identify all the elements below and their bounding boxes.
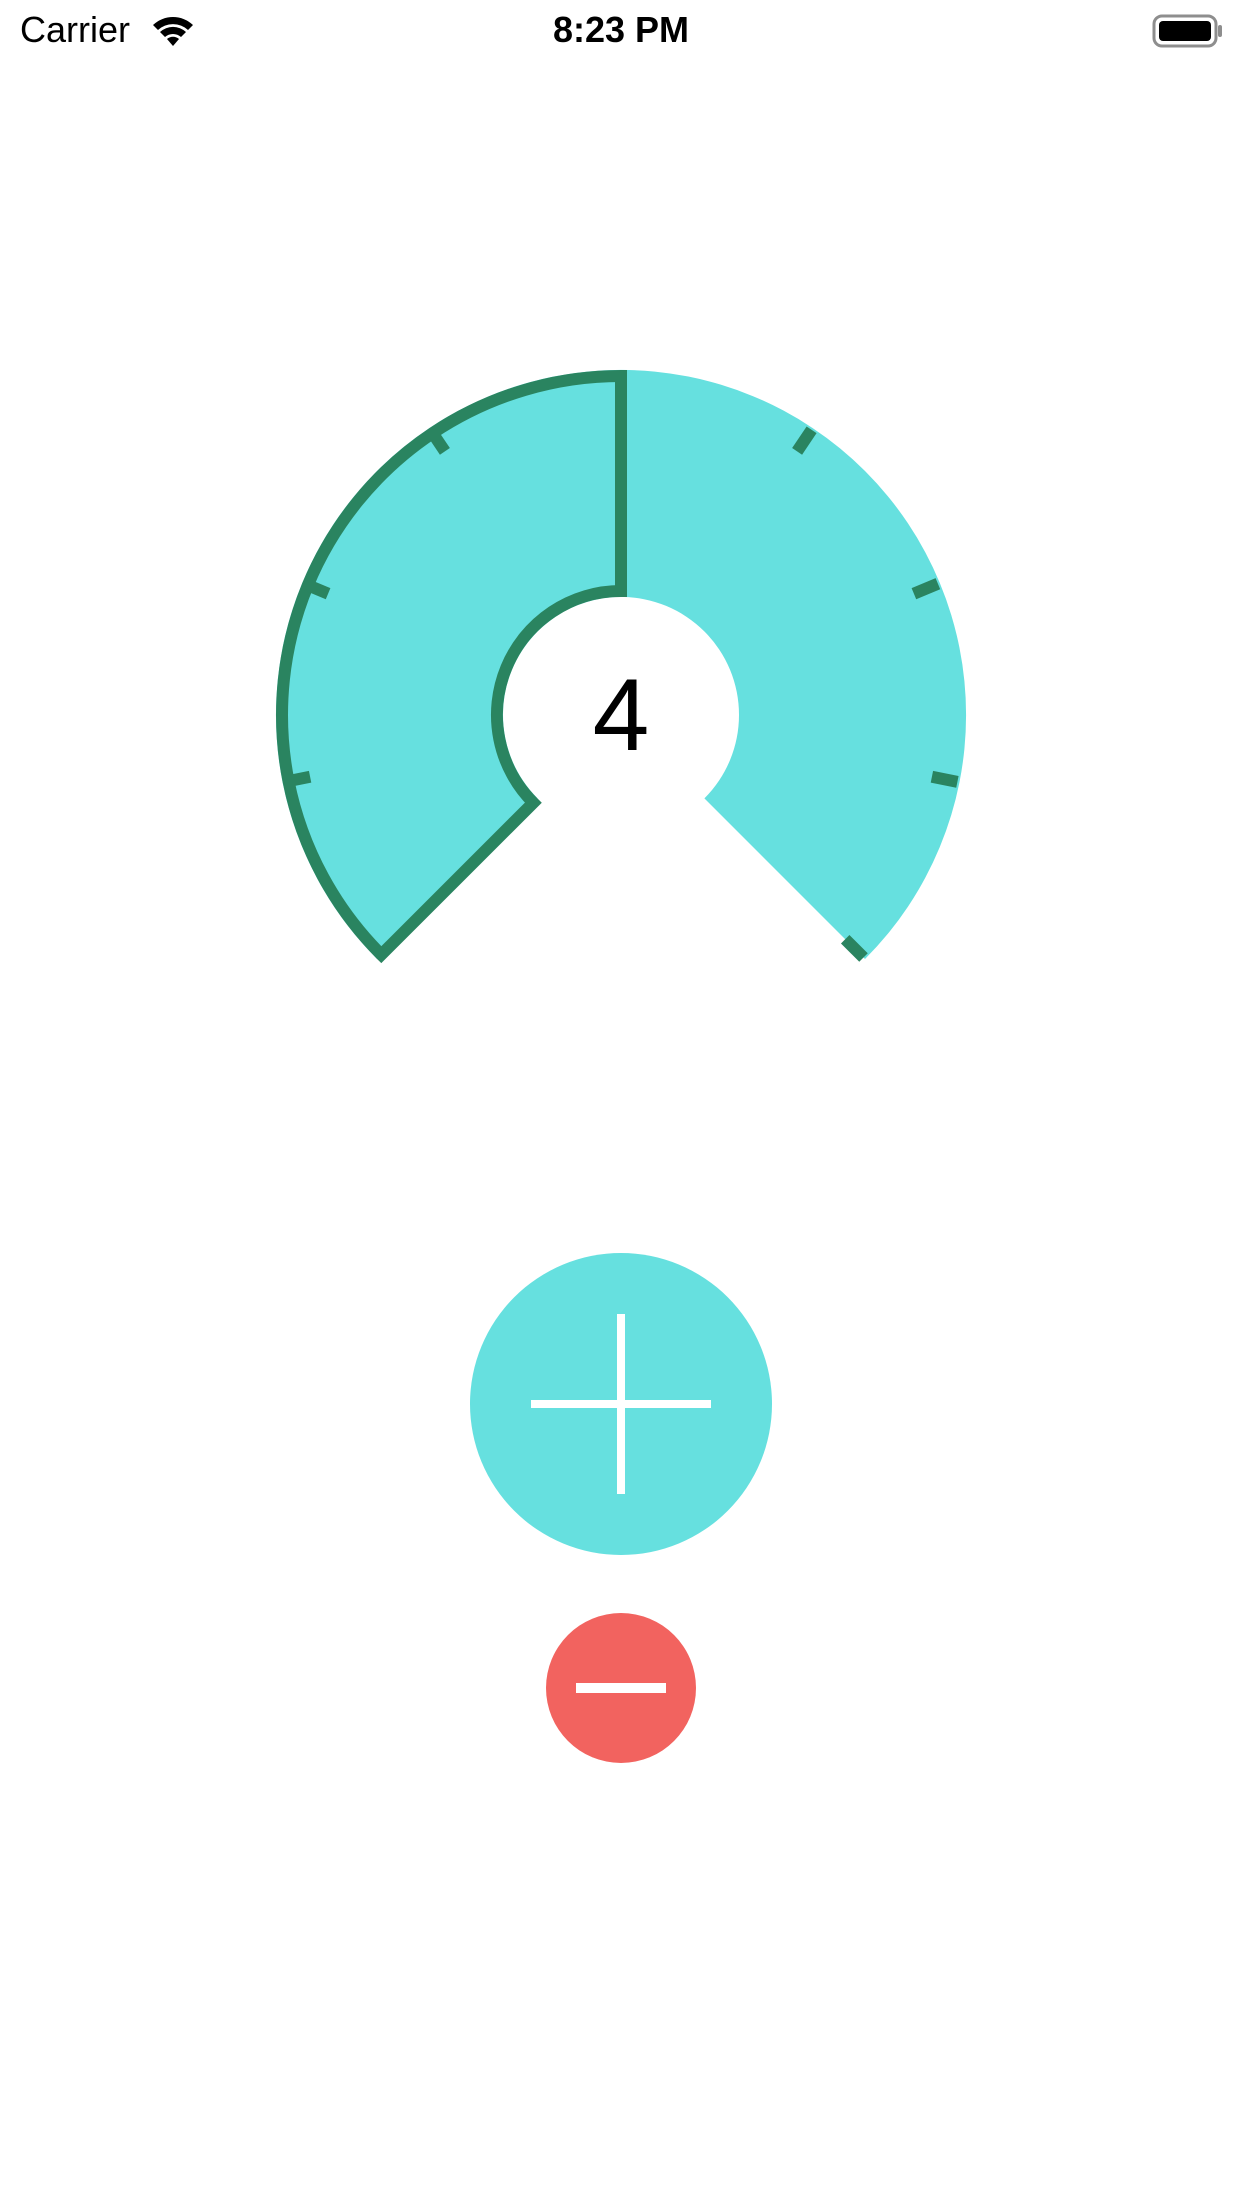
- plus-icon: [470, 1253, 772, 1555]
- decrement-button[interactable]: [546, 1613, 696, 1763]
- gauge-dial: [275, 369, 967, 964]
- minus-icon: [546, 1613, 696, 1763]
- increment-button[interactable]: [470, 1253, 772, 1555]
- gauge-tick: [930, 770, 959, 788]
- gauge-value: 4: [592, 658, 650, 772]
- gauge-tick: [283, 770, 312, 788]
